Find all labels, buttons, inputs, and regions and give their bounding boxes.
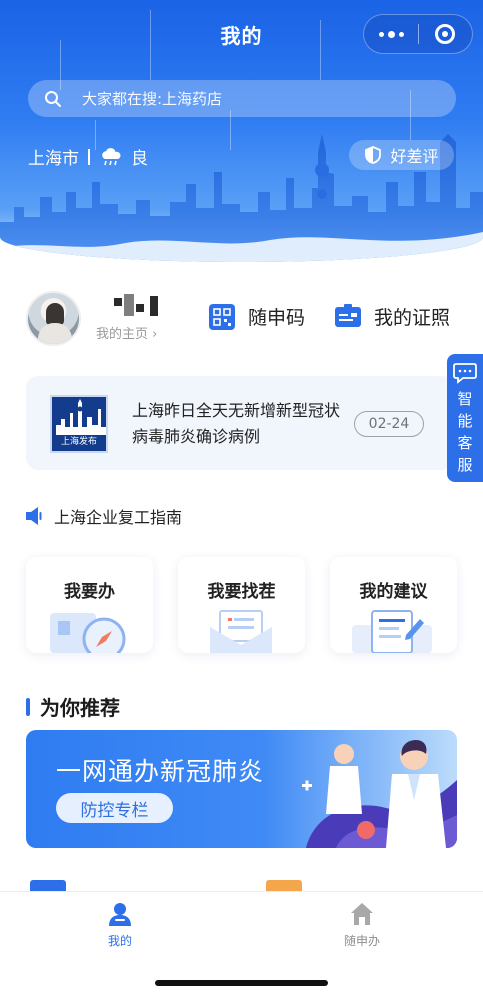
- id-card-icon: [335, 303, 361, 327]
- city-name: 上海市: [28, 149, 79, 169]
- news-date-badge: 02-24: [354, 411, 424, 437]
- smart-assistant-tab[interactable]: 智能客服: [447, 354, 483, 482]
- home-icon: [351, 903, 373, 925]
- guide-label: 上海企业复工指南: [54, 508, 183, 527]
- shield-half-icon: [365, 146, 382, 164]
- review-label: 好差评: [390, 147, 439, 166]
- home-indicator: [155, 980, 328, 986]
- shanghai-release-logo: 上海发布: [50, 395, 108, 453]
- review-button[interactable]: 好差评: [349, 140, 454, 170]
- edit-document-icon: [352, 610, 432, 653]
- card-my-suggestions[interactable]: 我的建议: [330, 557, 457, 653]
- location-weather[interactable]: 上海市 良: [28, 144, 148, 169]
- section-accent-bar: [26, 697, 30, 716]
- search-bar[interactable]: 大家都在搜:上海药店: [28, 80, 456, 117]
- divider: [88, 148, 90, 165]
- tab-mine[interactable]: 我的: [70, 902, 170, 949]
- resume-work-guide[interactable]: 上海企业复工指南: [26, 504, 182, 528]
- search-icon: [45, 90, 61, 107]
- skyline-logo-icon: [56, 399, 106, 435]
- person-icon: [109, 903, 131, 926]
- tab-suishenban[interactable]: 随申办: [312, 902, 412, 949]
- assistant-label: 智能客服: [457, 390, 473, 474]
- tab-mine-label: 我的: [107, 934, 132, 948]
- qr-code-icon: [209, 303, 235, 330]
- my-licenses-button[interactable]: 我的证照: [335, 303, 450, 330]
- recommend-title-text: 为你推荐: [40, 696, 120, 720]
- covid-service-banner[interactable]: 一网通办新冠肺炎 防控专栏: [26, 730, 457, 848]
- logo-label: 上海发布: [60, 437, 97, 447]
- compass-document-icon: [50, 613, 126, 653]
- mini-program-capsule: [363, 14, 473, 54]
- target-circle-icon[interactable]: [419, 14, 472, 54]
- envelope-letter-icon: [210, 610, 272, 653]
- city-skyline-illustration: [0, 134, 483, 262]
- banner-headline: 一网通办新冠肺炎: [56, 757, 265, 786]
- news-card[interactable]: 上海发布 上海昨日全天无新增新型冠状病毒肺炎确诊病例 02-24: [26, 376, 454, 470]
- my-licenses-label: 我的证照: [374, 307, 451, 329]
- news-headline: 上海昨日全天无新增新型冠状病毒肺炎确诊病例: [132, 401, 341, 446]
- card-report-problem[interactable]: 我要找茬: [178, 557, 305, 653]
- qr-code-label: 随申码: [248, 307, 306, 329]
- air-quality: 良: [131, 149, 148, 169]
- chat-bubble-icon: [453, 363, 477, 384]
- homepage-link[interactable]: 我的主页 ›: [96, 323, 157, 342]
- tab-suishenban-label: 随申办: [343, 934, 380, 948]
- service-cards: 我要办 我要找茬 我的建议: [26, 557, 457, 653]
- avatar[interactable]: [26, 291, 81, 346]
- doctors-illustration: [302, 740, 457, 848]
- card-i-want-to-apply[interactable]: 我要办: [26, 557, 153, 653]
- card-label: 我要找茬: [207, 582, 276, 602]
- nickname-redacted: [110, 294, 170, 320]
- search-placeholder: 大家都在搜:上海药店: [82, 90, 223, 108]
- card-label: 我要办: [64, 582, 115, 602]
- banner-button[interactable]: 防控专栏: [56, 793, 173, 823]
- recommend-section-title: 为你推荐: [26, 692, 120, 721]
- qr-code-button[interactable]: 随申码: [209, 303, 305, 330]
- more-dots-icon[interactable]: [364, 14, 418, 54]
- card-label: 我的建议: [359, 582, 428, 602]
- speaker-icon: [26, 507, 42, 525]
- rain-cloud-icon: [102, 147, 121, 165]
